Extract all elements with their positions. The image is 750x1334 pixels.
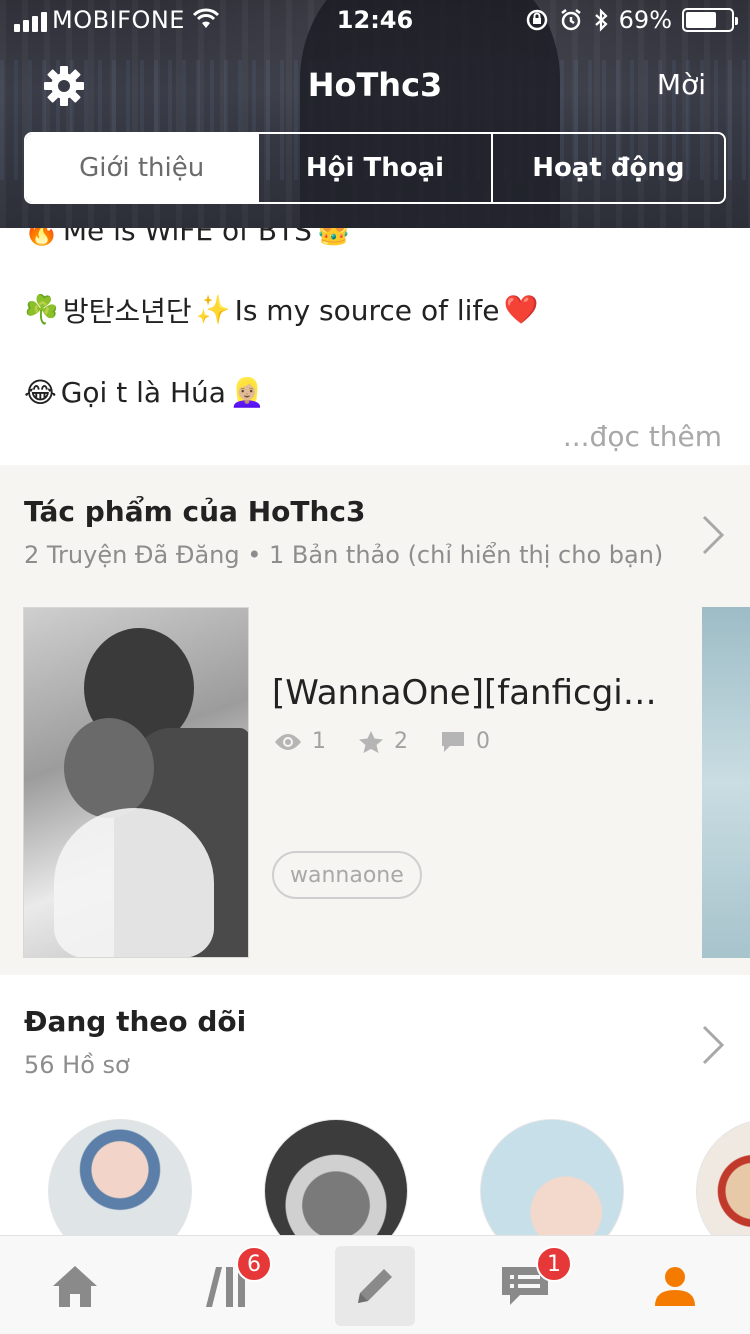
comments-stat: 0 (440, 729, 490, 754)
following-avatar[interactable] (696, 1119, 750, 1235)
next-story-cover[interactable] (702, 607, 750, 958)
works-title[interactable]: Tác phẩm của HoThc3 (24, 495, 365, 528)
works-subtitle: 2 Truyện Đã Đăng • 1 Bản thảo (chỉ hiển … (24, 541, 664, 569)
chevron-right-icon[interactable] (700, 1023, 726, 1067)
about-line-partial: 🔥 Me is WiFE of BTS 👑 (24, 228, 351, 247)
write-button[interactable] (335, 1245, 415, 1326)
works-section: Tác phẩm của HoThc3 2 Truyện Đã Đăng • 1… (0, 465, 750, 975)
votes-count: 2 (394, 729, 408, 754)
following-avatar[interactable] (48, 1119, 192, 1235)
alarm-icon (560, 9, 581, 31)
chevron-right-icon[interactable] (700, 513, 726, 557)
about-line-partial-text: Me is WiFE of BTS (62, 228, 312, 247)
battery-fill (686, 12, 717, 28)
story-cover[interactable] (23, 607, 249, 958)
comments-count: 0 (476, 729, 490, 754)
library-badge: 6 (236, 1246, 272, 1282)
profile-header: MOBIFONE 12:46 69% HoThc3 Mời Giới thiệu… (0, 0, 750, 228)
shamrock-emoji: ☘️ (24, 293, 59, 326)
fire-emoji: 🔥 (24, 228, 59, 247)
tab-conversations[interactable]: Hội Thoại (257, 134, 490, 202)
about-line-2-text: Is my source of life (234, 293, 500, 327)
comment-icon (442, 731, 464, 752)
views-stat: 1 (274, 729, 326, 754)
about-line-2: ☘️ 방탄소년단 ✨ Is my source of life ❤️ (24, 290, 538, 330)
blonde-person-emoji: 👱🏼‍♀️ (229, 375, 265, 409)
battery-percent: 69% (618, 6, 672, 34)
tab-activity[interactable]: Hoạt động (490, 134, 724, 202)
tab-about[interactable]: Giới thiệu (26, 134, 258, 202)
nav-bar: HoThc3 Mời (0, 52, 750, 116)
views-count: 1 (312, 729, 326, 754)
story-tag[interactable]: wannaone (272, 851, 422, 899)
following-section: Đang theo dõi 56 Hồ sơ (0, 975, 750, 1235)
status-right-group: 69% (525, 6, 738, 34)
star-icon (359, 730, 383, 753)
status-bar: MOBIFONE 12:46 69% (0, 0, 750, 40)
eye-icon (275, 733, 301, 750)
heart-emoji: ❤️ (503, 293, 539, 326)
cover-shape (64, 718, 154, 818)
profile-icon (655, 1266, 695, 1306)
crown-emoji: 👑 (315, 228, 351, 247)
following-title[interactable]: Đang theo dõi (24, 1005, 246, 1038)
home-icon (53, 1265, 97, 1307)
about-section: 🔥 Me is WiFE of BTS 👑 ☘️ 방탄소년단 ✨ Is my s… (0, 228, 750, 465)
votes-stat: 2 (358, 729, 408, 754)
following-avatar[interactable] (480, 1119, 624, 1235)
bluetooth-icon (594, 8, 608, 32)
following-avatar[interactable] (264, 1119, 408, 1235)
tab-library[interactable]: 6 (150, 1236, 300, 1334)
bottom-tab-bar: 6 1 (0, 1235, 750, 1334)
story-title[interactable]: [WannaOne][fanficgi… (272, 673, 657, 713)
rotation-lock-icon (526, 9, 547, 31)
tab-profile[interactable] (600, 1236, 750, 1334)
laughing-emoji: 😂 (24, 375, 57, 409)
profile-tabs: Giới thiệu Hội Thoại Hoạt động (24, 132, 726, 204)
about-line-3: 😂 Gọi t là Húa 👱🏼‍♀️ (24, 376, 265, 409)
tab-write[interactable] (300, 1236, 450, 1334)
read-more-link[interactable]: ...đọc thêm (563, 420, 722, 453)
following-subtitle: 56 Hồ sơ (24, 1051, 130, 1079)
page-title: HoThc3 (307, 66, 443, 104)
messages-badge: 1 (536, 1246, 572, 1282)
tab-messages[interactable]: 1 (450, 1236, 600, 1334)
battery-icon (682, 8, 738, 32)
invite-button[interactable]: Mời (657, 68, 706, 101)
tab-home[interactable] (0, 1236, 150, 1334)
about-line-2-korean: 방탄소년단 (62, 295, 192, 328)
about-line-3-text: Gọi t là Húa (60, 376, 226, 409)
pencil-icon (358, 1268, 392, 1303)
cover-shape (54, 808, 214, 957)
story-stats: 1 2 0 (274, 729, 522, 754)
sparkles-emoji: ✨ (195, 293, 231, 326)
